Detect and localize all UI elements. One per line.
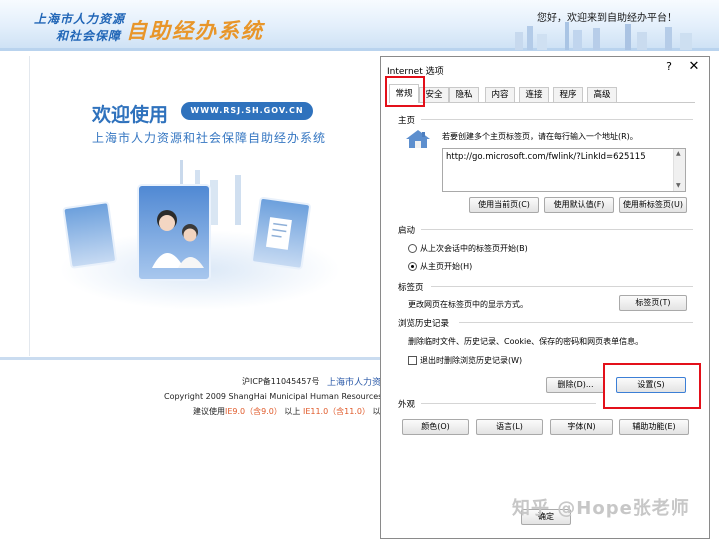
home-description: 若要创建多个主页标签页，请在每行输入一个地址(R)。 <box>442 132 638 141</box>
languages-button[interactable]: 语言(L) <box>476 419 543 435</box>
zhihu-watermark: 知乎 @Hope张老师 <box>512 498 690 519</box>
startup-section-label: 启动 <box>398 226 416 236</box>
banner-title-line2: 和社会保障 <box>56 29 122 43</box>
radio-last-session-label: 从上次会话中的标签页开始(B) <box>420 244 528 253</box>
history-divider <box>459 322 693 323</box>
radio-last-session[interactable] <box>408 244 417 253</box>
tabs-divider <box>431 286 693 287</box>
help-button[interactable]: ? <box>662 60 676 73</box>
tab-privacy[interactable]: 隐私 <box>449 87 479 102</box>
delete-on-exit-label: 退出时删除浏览历史记录(W) <box>420 356 523 365</box>
org-link[interactable]: 上海市人力资 <box>327 375 381 388</box>
banner-system-name: 自助经办系统 <box>126 19 264 43</box>
general-tab-highlight <box>385 76 425 107</box>
suggest-prefix: 建议使用 <box>193 407 225 416</box>
footer-divider <box>0 357 380 360</box>
welcome-illustration <box>60 160 340 310</box>
site-url-badge: WWW.RSJ.SH.GOV.CN <box>181 102 313 120</box>
site-banner: 上海市人力资源 和社会保障 自助经办系统 您好，欢迎来到自助经办平台！ <box>0 0 719 51</box>
house-icon <box>406 130 430 148</box>
banner-title-line1: 上海市人力资源 <box>34 12 126 26</box>
tab-content[interactable]: 内容 <box>485 87 515 102</box>
delete-on-exit-checkbox[interactable] <box>408 356 417 365</box>
welcome-subtitle: 上海市人力资源和社会保障自助经办系统 <box>92 131 327 145</box>
tab-strip: 常规 安全 隐私 内容 连接 程序 高级 <box>389 84 695 103</box>
tab-advanced[interactable]: 高级 <box>587 87 617 102</box>
textarea-scrollbar[interactable]: ▲ ▼ <box>673 149 685 191</box>
tab-programs[interactable]: 程序 <box>553 87 583 102</box>
ie11-label: IE11.0（含11.0） <box>302 407 370 416</box>
greeting-text: 您好，欢迎来到自助经办平台！ <box>537 13 677 24</box>
home-divider <box>421 119 693 120</box>
history-section-label: 浏览历史记录 <box>398 319 450 329</box>
ie9-label: IE9.0（含9.0） <box>225 407 282 416</box>
internet-options-dialog: Internet 选项 ? ✕ 常规 安全 隐私 内容 连接 程序 高级 主页 … <box>380 56 710 539</box>
scroll-up-icon[interactable]: ▲ <box>676 150 681 157</box>
use-default-button[interactable]: 使用默认值(F) <box>544 197 614 213</box>
appearance-section-label: 外观 <box>398 400 416 410</box>
home-section-label: 主页 <box>398 116 416 126</box>
copyright-text: Copyright 2009 ShangHai Municipal Human … <box>164 392 400 401</box>
use-new-tab-button[interactable]: 使用新标签页(U) <box>619 197 687 213</box>
history-description: 删除临时文件、历史记录、Cookie、保存的密码和网页表单信息。 <box>408 337 644 346</box>
home-url-value: http://go.microsoft.com/fwlink/?LinkId=6… <box>446 152 646 162</box>
radio-home-page[interactable] <box>408 262 417 271</box>
appearance-divider <box>421 403 596 404</box>
icp-number: 沪ICP备11045457号 <box>242 377 320 386</box>
use-current-button[interactable]: 使用当前页(C) <box>469 197 539 213</box>
accessibility-button[interactable]: 辅助功能(E) <box>619 419 689 435</box>
home-url-textarea[interactable]: http://go.microsoft.com/fwlink/?LinkId=6… <box>442 148 686 192</box>
suggest-mid: 以上 <box>284 407 301 416</box>
scroll-down-icon[interactable]: ▼ <box>676 182 681 189</box>
welcome-heading: 欢迎使用 <box>92 104 169 126</box>
startup-divider <box>421 229 693 230</box>
radio-home-page-label: 从主页开始(H) <box>420 262 473 271</box>
tabs-section-label: 标签页 <box>398 283 424 293</box>
fonts-button[interactable]: 字体(N) <box>550 419 613 435</box>
delete-history-button[interactable]: 删除(D)... <box>546 377 605 393</box>
tab-connections[interactable]: 连接 <box>519 87 549 102</box>
tabs-settings-button[interactable]: 标签页(T) <box>619 295 687 311</box>
close-icon[interactable]: ✕ <box>687 59 701 74</box>
colors-button[interactable]: 颜色(O) <box>402 419 469 435</box>
settings-button-highlight <box>603 363 701 409</box>
browser-suggestion: 建议使用IE9.0（含9.0） 以上 IE11.0（含11.0） 以 <box>193 406 381 417</box>
tabs-description: 更改网页在标签页中的显示方式。 <box>408 300 528 309</box>
